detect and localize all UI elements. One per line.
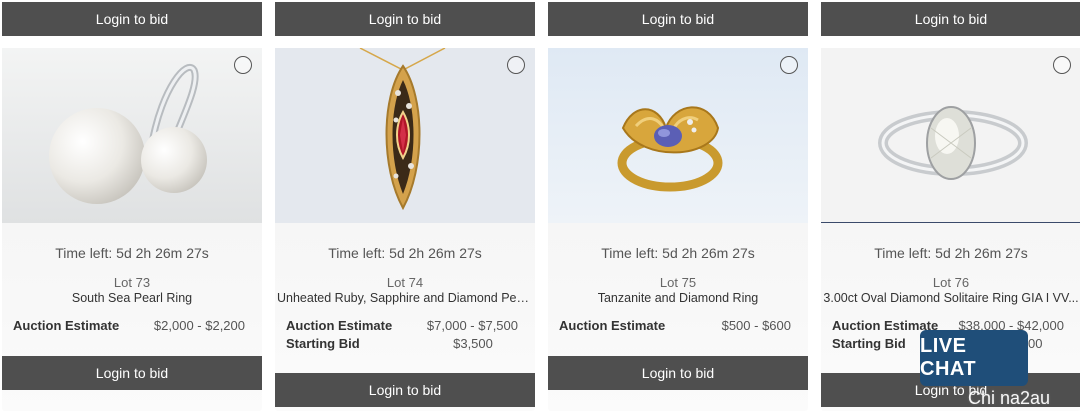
starting-bid-label: Starting Bid [832, 336, 906, 351]
select-lot-checkbox[interactable] [234, 56, 252, 74]
lot-card[interactable]: Time left: 5d 2h 26m 27s Lot 74 Unheated… [275, 48, 535, 411]
estimate-label: Auction Estimate [559, 318, 666, 333]
select-lot-checkbox[interactable] [1053, 56, 1071, 74]
lot-title[interactable]: South Sea Pearl Ring [2, 291, 262, 305]
select-lot-checkbox[interactable] [507, 56, 525, 74]
login-to-bid-button[interactable]: Login to bid [548, 356, 808, 390]
live-chat-button[interactable]: LIVE CHAT [920, 330, 1028, 386]
lot-image[interactable] [275, 48, 535, 223]
time-left: Time left: 5d 2h 26m 27s [601, 245, 755, 261]
lot-image[interactable] [821, 48, 1080, 223]
lot-image[interactable] [2, 48, 262, 223]
estimate-label: Auction Estimate [286, 318, 393, 333]
lot-number: Lot 76 [932, 275, 970, 290]
lot-image[interactable] [548, 48, 808, 223]
auction-estimate-row: Auction Estimate $2,000 - $2,200 [13, 318, 245, 333]
login-to-bid-button[interactable]: Login to bid [275, 2, 535, 36]
login-to-bid-button[interactable]: Login to bid [2, 2, 262, 36]
login-to-bid-button[interactable]: Login to bid [548, 2, 808, 36]
lot-number: Lot 73 [113, 275, 151, 290]
watermark-text: Chi na2au [968, 388, 1051, 408]
lot-number: Lot 75 [659, 275, 697, 290]
login-to-bid-button[interactable]: Login to bid [2, 356, 262, 390]
lot-grid: Login to bid Time left: 5d 2h 26m 27s Lo… [0, 0, 1080, 411]
auction-estimate-row: Auction Estimate $500 - $600 [559, 318, 791, 333]
time-left: Time left: 5d 2h 26m 27s [874, 245, 1028, 261]
estimate-value: $7,000 - $7,500 [426, 318, 518, 333]
lot-column: Login to bid Time left: 5d 2h 26m 27s Lo… [548, 0, 808, 411]
starting-bid-row: Starting Bid $3,500 [286, 336, 518, 351]
starting-bid-label: Starting Bid [286, 336, 360, 351]
lot-title[interactable]: 3.00ct Oval Diamond Solitaire Ring GIA I… [821, 291, 1080, 305]
select-lot-checkbox[interactable] [780, 56, 798, 74]
estimate-value: $2,000 - $2,200 [153, 318, 245, 333]
login-to-bid-button[interactable]: Login to bid [821, 2, 1080, 36]
lot-title[interactable]: Unheated Ruby, Sapphire and Diamond Pen.… [275, 291, 535, 305]
estimate-label: Auction Estimate [13, 318, 120, 333]
starting-bid-value: $3,500 [453, 336, 493, 351]
login-to-bid-button[interactable]: Login to bid [275, 373, 535, 407]
lot-column: Login to bid Time left: 5d 2h 26m 27s Lo… [275, 0, 535, 411]
estimate-value: $500 - $600 [721, 318, 791, 333]
lot-number: Lot 74 [386, 275, 424, 290]
lot-column: Login to bid Time left: 5d 2h 26m 27s Lo… [2, 0, 262, 411]
auction-estimate-row: Auction Estimate $7,000 - $7,500 [286, 318, 518, 333]
lot-title[interactable]: Tanzanite and Diamond Ring [548, 291, 808, 305]
time-left: Time left: 5d 2h 26m 27s [55, 245, 209, 261]
time-left: Time left: 5d 2h 26m 27s [328, 245, 482, 261]
